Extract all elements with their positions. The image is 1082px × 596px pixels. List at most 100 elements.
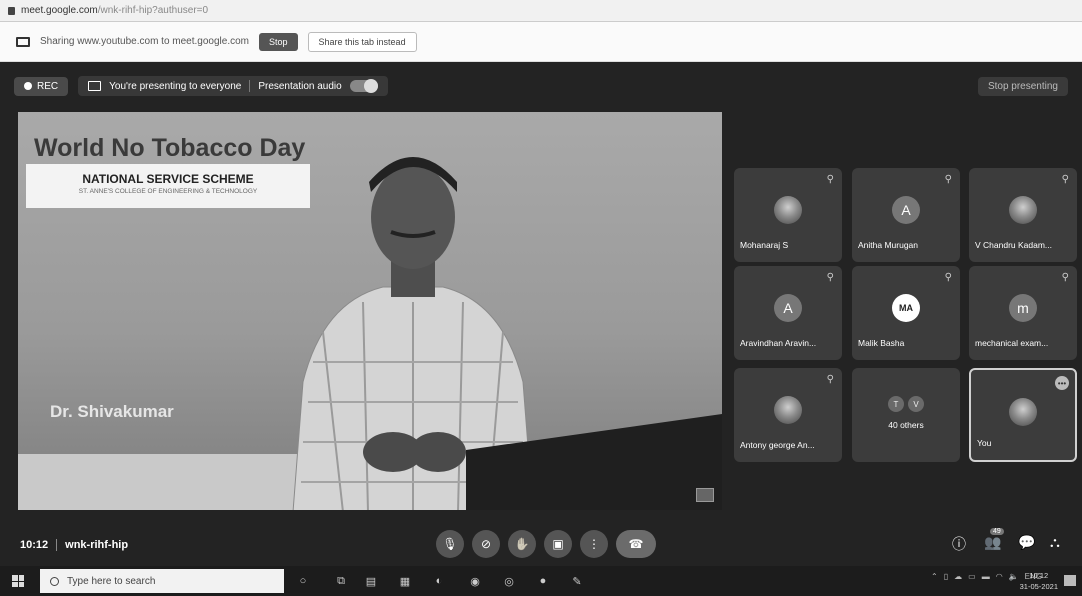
edge-icon[interactable]: ◐ — [432, 574, 446, 588]
avatar — [774, 196, 802, 224]
others-count: 40 others — [888, 420, 924, 430]
participant-name: Mohanaraj S — [740, 240, 789, 250]
rec-label: REC — [37, 80, 59, 92]
presentation-audio-label: Presentation audio — [258, 80, 342, 92]
presenting-top-bar: REC You're presenting to everyone Presen… — [14, 74, 1068, 98]
present-icon[interactable]: ▣ — [544, 530, 572, 558]
store-icon[interactable]: ▦ — [398, 574, 412, 588]
app-icon[interactable]: ● — [536, 574, 550, 588]
mic-muted-icon: ⚲ — [1061, 272, 1069, 283]
divider — [249, 80, 251, 92]
meeting-time: 10:12 — [20, 539, 49, 551]
wifi-icon[interactable]: ◠ — [996, 572, 1003, 581]
presenting-indicator: You're presenting to everyone Presentati… — [78, 76, 388, 96]
participant-name: Anitha Murugan — [858, 240, 919, 250]
battery-icon[interactable]: ▬ — [982, 572, 990, 581]
record-dot-icon — [24, 82, 32, 90]
url-text[interactable]: meet.google.com/wnk-rihf-hip?authuser=0 — [21, 5, 208, 16]
volume-icon[interactable]: 🔈 — [1009, 572, 1019, 581]
participant-name: V Chandru Kadam... — [975, 240, 1053, 250]
participant-name: Aravindhan Aravin... — [740, 338, 817, 348]
windows-start-icon[interactable] — [12, 575, 24, 587]
self-tile[interactable]: ••• You — [969, 368, 1077, 462]
more-options-icon[interactable]: ••• — [1055, 376, 1069, 390]
notification-icon[interactable] — [1064, 575, 1076, 586]
search-icon — [50, 576, 59, 586]
mic-muted-icon: ⚲ — [826, 272, 834, 283]
mic-muted-icon: ⚲ — [1061, 174, 1069, 185]
avatar: MA — [892, 294, 920, 322]
share-this-tab-button[interactable]: Share this tab instead — [307, 31, 417, 52]
participant-name: Malik Basha — [858, 338, 905, 348]
mic-icon[interactable]: 🎙 — [436, 530, 464, 558]
avatar: A — [774, 294, 802, 322]
app-icon[interactable]: ◎ — [502, 574, 516, 588]
main-video-feed: World No Tobacco Day NATIONAL SERVICE SC… — [18, 112, 722, 510]
chrome-icon[interactable]: ◉ — [468, 574, 482, 588]
watermark-icon — [696, 488, 714, 502]
others-tile[interactable]: T V 40 others — [852, 368, 960, 462]
sharing-text: Sharing www.youtube.com to meet.google.c… — [40, 36, 249, 47]
mic-muted-icon: ⚲ — [826, 374, 834, 385]
avatar: m — [1009, 294, 1037, 322]
more-options-icon[interactable]: ⋮ — [580, 530, 608, 558]
meet-area: REC You're presenting to everyone Presen… — [0, 62, 1082, 566]
participant-name: You — [977, 438, 992, 448]
participant-tile[interactable]: ⚲ A Aravindhan Aravin... — [734, 266, 842, 360]
avatar — [1009, 398, 1037, 426]
meeting-code: wnk-rihf-hip — [65, 539, 129, 551]
raise-hand-icon[interactable]: ✋ — [508, 530, 536, 558]
tray-icon[interactable]: ☁ — [954, 572, 962, 581]
sharing-bar: Sharing www.youtube.com to meet.google.c… — [0, 22, 1082, 62]
info-icon[interactable]: ⓘ — [952, 534, 966, 554]
mic-muted-icon: ⚲ — [944, 174, 952, 185]
mic-muted-icon: ⚲ — [826, 174, 834, 185]
mini-avatar: V — [908, 396, 924, 412]
presenting-label: You're presenting to everyone — [109, 80, 242, 92]
avatar — [1009, 196, 1037, 224]
mic-muted-icon: ⚲ — [944, 272, 952, 283]
participant-tile[interactable]: ⚲ Mohanaraj S — [734, 168, 842, 262]
chevron-up-icon[interactable]: ⌃ — [931, 572, 938, 581]
file-explorer-icon[interactable]: ▤ — [364, 574, 378, 588]
presentation-audio-toggle[interactable] — [349, 79, 378, 93]
mini-avatar: T — [888, 396, 904, 412]
participant-tile[interactable]: ⚲ V Chandru Kadam... — [969, 168, 1077, 262]
clock-date: 31-05-2021 — [1019, 582, 1058, 591]
avatar — [774, 396, 802, 424]
control-bar: 10:12 wnk-rihf-hip 🎙 ⊘ ✋ ▣ ⋮ ☎ ⓘ 👥 49 💬 ⛬ — [0, 524, 1082, 566]
participant-name: Antony george An... — [740, 440, 815, 450]
screen: meet.google.com/wnk-rihf-hip?authuser=0 … — [0, 0, 1082, 596]
speaker-name-caption: Dr. Shivakumar — [50, 402, 174, 421]
participant-name: mechanical exam... — [975, 338, 1049, 348]
participant-tile[interactable]: ⚲ A Anitha Murugan — [852, 168, 960, 262]
browser-url-bar[interactable]: meet.google.com/wnk-rihf-hip?authuser=0 — [0, 0, 1082, 22]
toggle-knob — [363, 79, 378, 93]
people-count-badge: 49 — [990, 528, 1004, 535]
avatar: A — [892, 196, 920, 224]
taskbar-search-input[interactable]: Type here to search — [40, 569, 284, 593]
participant-tile[interactable]: ⚲ m mechanical exam... — [969, 266, 1077, 360]
url-host: meet.google.com — [21, 5, 98, 16]
app-icon[interactable]: ✎ — [570, 574, 584, 588]
leave-call-icon[interactable]: ☎ — [616, 530, 656, 558]
people-icon[interactable]: 👥 49 — [984, 528, 1004, 551]
tray-icon[interactable]: ▯ — [944, 572, 948, 581]
participant-tile[interactable]: ⚲ Antony george An... — [734, 368, 842, 462]
search-placeholder: Type here to search — [67, 575, 156, 587]
divider — [56, 539, 58, 551]
participant-tile[interactable]: ⚲ MA Malik Basha — [852, 266, 960, 360]
lock-icon — [8, 6, 15, 15]
activities-icon[interactable]: ⛬ — [1050, 534, 1060, 551]
stop-presenting-button[interactable]: Stop presenting — [977, 76, 1068, 96]
url-path: /wnk-rihf-hip?authuser=0 — [97, 5, 209, 16]
taskbar-clock[interactable]: 10:12 31-05-2021 — [1020, 570, 1058, 592]
meeting-info: 10:12 wnk-rihf-hip — [20, 539, 128, 551]
task-view-icon[interactable]: ⧉ — [334, 574, 348, 588]
tray-icon[interactable]: ▭ — [968, 572, 976, 581]
camera-off-icon[interactable]: ⊘ — [472, 530, 500, 558]
recording-badge: REC — [14, 76, 69, 96]
chat-icon[interactable]: 💬 — [1018, 534, 1035, 551]
cortana-icon[interactable]: ○ — [296, 574, 310, 588]
stop-sharing-button[interactable]: Stop — [259, 32, 298, 51]
